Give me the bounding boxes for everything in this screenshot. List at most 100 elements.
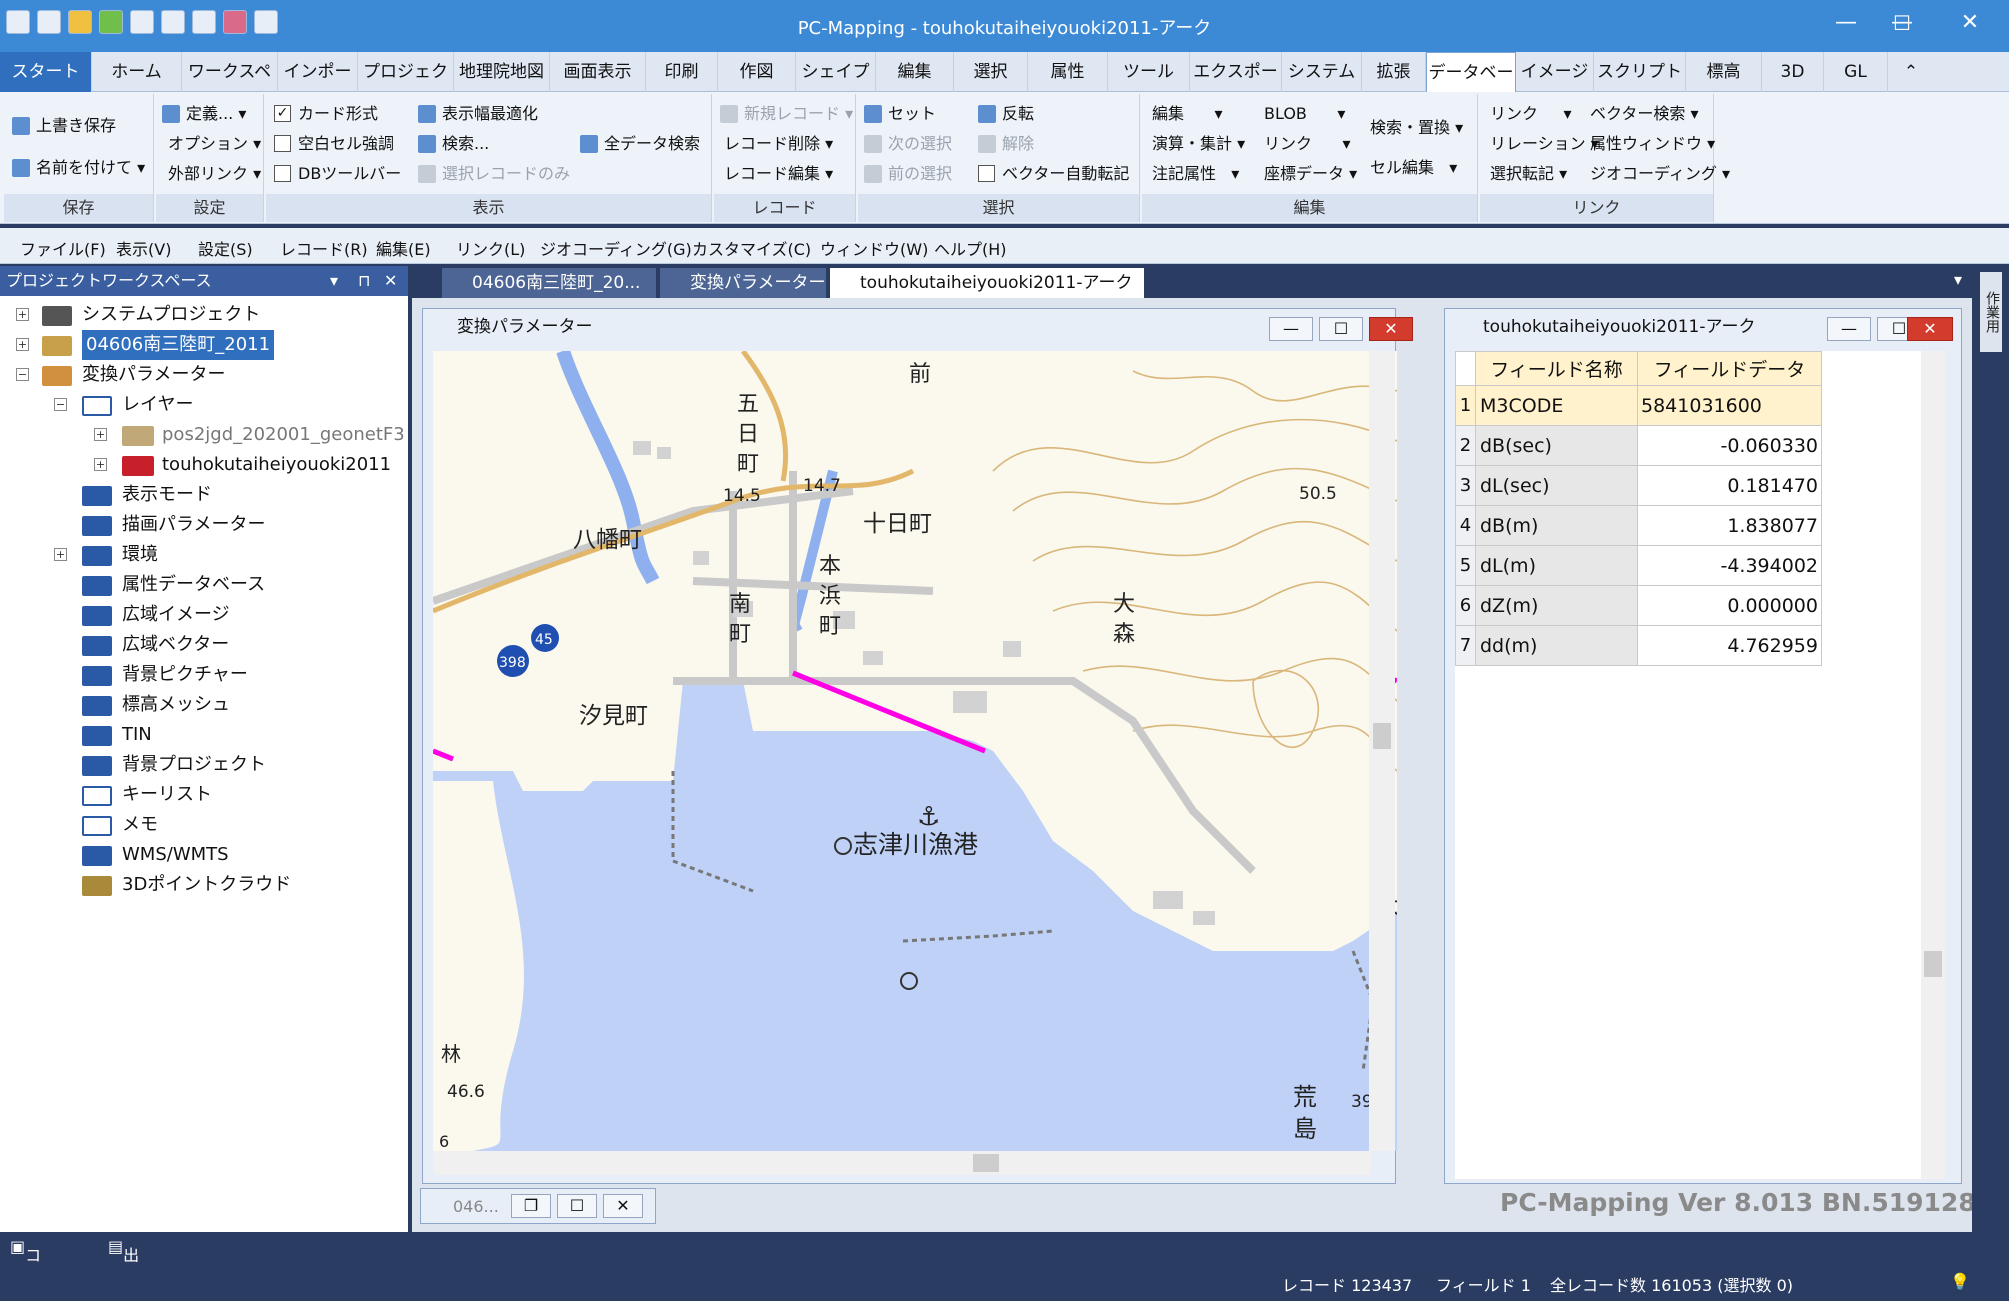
map-vertical-scrollbar[interactable] [1369, 351, 1395, 1151]
fit-width-button[interactable]: 表示幅最適化 [416, 100, 538, 128]
tab-edit[interactable]: 編集 [876, 52, 954, 92]
expand-icon[interactable]: + [16, 308, 29, 321]
vector-search-button[interactable]: ベクター検索 ▾ [1584, 100, 1699, 128]
blob-button[interactable]: BLOB ▾ [1258, 100, 1345, 128]
menu-file[interactable]: ファイル(F) [20, 236, 106, 260]
collapse-ribbon-icon[interactable]: ⌃ [1888, 52, 1934, 92]
maximize-button[interactable]: ☐ [557, 1194, 597, 1218]
tab-system[interactable]: システム [1282, 52, 1362, 92]
doc-tab-attr[interactable]: touhokutaiheiyouoki2011-アーク ✕ [830, 268, 1144, 298]
col-field-data[interactable]: フィールドデータ [1637, 351, 1822, 386]
prev-selection-button[interactable]: 前の選択 [862, 160, 952, 188]
menu-window[interactable]: ウィンドウ(W) [820, 236, 928, 260]
menu-geocoding[interactable]: ジオコーディング(G) [540, 236, 692, 260]
minimize-window-button[interactable]: — [1826, 8, 1866, 38]
table-row[interactable]: 1 M3CODE 5841031600 [1455, 385, 1822, 426]
col-field-name[interactable]: フィールド名称 [1475, 351, 1638, 386]
lightbulb-icon[interactable]: 💡 [1950, 1272, 1970, 1291]
output-tab[interactable]: ▤ 出力 [108, 1237, 139, 1289]
annotation-button[interactable]: 注記属性 ▾ [1146, 160, 1239, 188]
tab-project[interactable]: プロジェクト [358, 52, 454, 122]
close-icon[interactable]: ✕ [384, 266, 397, 296]
close-button[interactable]: ✕ [1369, 317, 1413, 341]
search-all-button[interactable]: 全データ検索 [578, 130, 700, 158]
menu-help[interactable]: ヘルプ(H) [934, 236, 1007, 260]
tab-select[interactable]: 選択 [954, 52, 1028, 92]
blank-cell-checkbox[interactable]: 空白セル強調 [272, 130, 394, 158]
expand-icon[interactable]: + [16, 338, 29, 351]
card-format-checkbox[interactable]: ✓ カード形式 [272, 100, 378, 128]
tab-start[interactable]: スタート [0, 52, 92, 92]
delete-record-button[interactable]: レコード削除 ▾ [718, 130, 833, 158]
vector-auto-checkbox[interactable]: ベクター自動転記 [976, 160, 1129, 188]
edit-record-button[interactable]: レコード編集 ▾ [718, 160, 833, 188]
scroll-thumb[interactable] [1924, 951, 1942, 977]
table-row[interactable]: 7 dd(m) 4.762959 [1455, 625, 1822, 666]
table-row[interactable]: 2 dB(sec) -0.060330 [1455, 425, 1822, 466]
define-button[interactable]: 定義... ▾ [160, 100, 246, 128]
relation-button[interactable]: リレーション ▾ [1484, 130, 1599, 158]
minimize-button[interactable]: — [1269, 317, 1313, 341]
dropdown-icon[interactable]: ▾ [330, 266, 338, 296]
menu-link[interactable]: リンク(L) [456, 236, 525, 260]
selected-only-button[interactable]: 選択レコードのみ [416, 160, 570, 188]
options-button[interactable]: オプション ▾ [160, 130, 261, 158]
calc-button[interactable]: 演算・集計 ▾ [1146, 130, 1245, 158]
command-tab[interactable]: ▣ コマンド [10, 1237, 41, 1301]
set-button[interactable]: セット [862, 100, 936, 128]
tab-home[interactable]: ホーム [92, 52, 182, 92]
save-as-button[interactable]: 名前を付けて ▾ [10, 154, 145, 182]
cell-edit-button[interactable]: セル編集 ▾ [1364, 154, 1457, 182]
tab-shape[interactable]: シェイプ [796, 52, 876, 92]
restore-button[interactable]: ❐ [511, 1194, 551, 1218]
table-row[interactable]: 4 dB(m) 1.838077 [1455, 505, 1822, 546]
overwrite-save-button[interactable]: 上書き保存 [10, 112, 116, 140]
attr-vertical-scrollbar[interactable] [1921, 351, 1945, 1179]
tab-script[interactable]: スクリプト [1594, 52, 1686, 92]
minimize-button[interactable]: — [1827, 317, 1871, 341]
tab-3d[interactable]: 3D [1762, 52, 1824, 92]
tab-list-icon[interactable]: ▾ [1954, 270, 1962, 289]
next-selection-button[interactable]: 次の選択 [862, 130, 952, 158]
close-tab-icon[interactable]: ✕ [1143, 273, 1144, 293]
tab-database[interactable]: データベース [1426, 52, 1516, 123]
map-horizontal-scrollbar[interactable] [433, 1151, 1371, 1175]
doc-tab-project[interactable]: 04606南三陸町_20... [442, 268, 656, 298]
close-button[interactable]: ✕ [1907, 317, 1953, 341]
search-replace-button[interactable]: 検索・置換 ▾ [1364, 114, 1463, 142]
close-button[interactable]: ✕ [603, 1194, 643, 1218]
tab-import[interactable]: インポート [278, 52, 358, 122]
pin-icon[interactable]: ⊓ [358, 266, 370, 296]
menu-view[interactable]: 表示(V) [116, 236, 171, 260]
tab-gsi-map[interactable]: 地理院地図 [454, 52, 550, 92]
table-row[interactable]: 5 dL(m) -4.394002 [1455, 545, 1822, 586]
tab-draw[interactable]: 作図 [718, 52, 796, 92]
tab-print[interactable]: 印刷 [646, 52, 718, 92]
menu-record[interactable]: レコード(R) [280, 236, 368, 260]
attr-window-button[interactable]: 属性ウィンドウ ▾ [1584, 130, 1715, 158]
menu-edit[interactable]: 編集(E) [376, 236, 431, 260]
menu-customize[interactable]: カスタマイズ(C) [692, 236, 811, 260]
tab-attribute[interactable]: 属性 [1028, 52, 1108, 92]
expand-icon[interactable]: + [54, 548, 67, 561]
doc-tab-conv-param[interactable]: 変換パラメーター [660, 268, 826, 298]
minimized-window[interactable]: 046... ❐ ☐ ✕ [420, 1188, 656, 1224]
link-button[interactable]: リンク ▾ [1484, 100, 1571, 128]
external-link-button[interactable]: 外部リンク ▾ [160, 160, 261, 188]
tab-export[interactable]: エクスポート [1190, 52, 1282, 122]
tab-extension[interactable]: 拡張 [1362, 52, 1426, 92]
edit-button[interactable]: 編集 ▾ [1146, 100, 1223, 128]
expand-icon[interactable]: + [94, 428, 107, 441]
scroll-thumb[interactable] [973, 1154, 999, 1172]
menu-settings[interactable]: 設定(S) [198, 236, 253, 260]
maximize-window-button[interactable]: ☐ [1882, 8, 1922, 38]
db-toolbar-checkbox[interactable]: DBツールバー [272, 160, 401, 188]
tab-tool[interactable]: ツール [1108, 52, 1190, 92]
select-transfer-button[interactable]: 選択転記 ▾ [1484, 160, 1567, 188]
edit-link-button[interactable]: リンク ▾ [1258, 130, 1351, 158]
tab-elevation[interactable]: 標高 [1686, 52, 1762, 92]
close-window-button[interactable]: ✕ [1950, 8, 1990, 38]
geocoding-button[interactable]: ジオコーディング ▾ [1584, 160, 1730, 188]
collapse-icon[interactable]: − [54, 398, 67, 411]
tab-display[interactable]: 画面表示 [550, 52, 646, 92]
